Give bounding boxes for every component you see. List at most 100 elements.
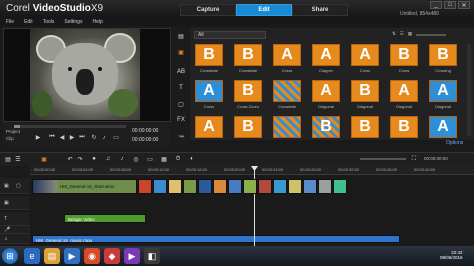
library-folder-dropdown[interactable]: All bbox=[194, 31, 266, 39]
music-clip[interactable]: HM_General 16_music.mpa bbox=[32, 235, 400, 243]
subtitle-icon[interactable]: ▭ bbox=[146, 155, 154, 163]
time-remap-icon[interactable]: ⏱ bbox=[174, 155, 182, 163]
fit-project-icon[interactable]: ⛶ bbox=[410, 155, 418, 163]
timeline-view-icon[interactable]: ☰ bbox=[14, 155, 22, 163]
media-player-icon[interactable]: ▶ bbox=[64, 248, 80, 264]
transition-thumbnail[interactable]: A bbox=[312, 80, 340, 102]
sort-icon[interactable]: ⇅ bbox=[392, 31, 396, 38]
instant-project-icon[interactable]: ▣ bbox=[177, 48, 185, 56]
transition-thumbnail[interactable]: A bbox=[351, 44, 379, 66]
multicam-icon[interactable]: ▦ bbox=[160, 155, 168, 163]
transition-thumbnail[interactable]: B bbox=[234, 44, 262, 66]
tab-edit[interactable]: Edit bbox=[236, 4, 292, 16]
track-visibility-icon[interactable]: ▢ bbox=[16, 183, 22, 189]
mask-icon[interactable]: ◐ bbox=[188, 155, 196, 163]
menu-tools[interactable]: Tools bbox=[43, 18, 55, 26]
play-icon[interactable]: ▶ bbox=[34, 134, 42, 141]
title-icon[interactable]: T bbox=[177, 84, 185, 92]
end-icon[interactable]: ⏭ bbox=[78, 134, 86, 141]
redo-icon[interactable]: ↷ bbox=[76, 155, 84, 163]
tab-share[interactable]: Share bbox=[292, 4, 348, 16]
title-clip[interactable]: Belajar Video bbox=[64, 214, 146, 223]
next-frame-icon[interactable]: ▶ bbox=[68, 134, 76, 141]
transition-thumbnail[interactable]: B bbox=[390, 116, 418, 138]
prev-frame-icon[interactable]: ◀ bbox=[58, 134, 66, 141]
list-view-icon[interactable]: ☰ bbox=[400, 31, 404, 38]
transition-thumbnail[interactable] bbox=[273, 80, 301, 102]
transition-thumbnail[interactable]: B bbox=[429, 44, 457, 66]
media-icon[interactable]: ▤ bbox=[177, 32, 185, 40]
timecode-current[interactable]: 00:00:00:00 bbox=[132, 128, 158, 134]
menu-help[interactable]: Help bbox=[92, 18, 102, 26]
motion-tracking-icon[interactable]: ◎ bbox=[132, 155, 140, 163]
videostudio-taskbar-icon[interactable]: ▶ bbox=[124, 248, 140, 264]
folder-icon[interactable]: ▤ bbox=[44, 248, 60, 264]
video-clip-thumbnail[interactable] bbox=[288, 179, 302, 194]
menu-settings[interactable]: Settings bbox=[64, 18, 82, 26]
undo-icon[interactable]: ↶ bbox=[66, 155, 74, 163]
video-clip-thumbnail[interactable] bbox=[153, 179, 167, 194]
mode-clip[interactable]: Clip bbox=[6, 136, 14, 142]
video-clip-thumbnail[interactable] bbox=[168, 179, 182, 194]
thumbnail-size-slider[interactable] bbox=[416, 34, 447, 36]
storyboard-view-icon[interactable]: ▤ bbox=[4, 155, 12, 163]
track-manager-icon[interactable]: ▣ bbox=[40, 155, 48, 163]
transition-thumbnail[interactable]: A bbox=[195, 80, 223, 102]
transition-thumbnail[interactable]: B bbox=[195, 44, 223, 66]
menu-file[interactable]: File bbox=[6, 18, 14, 26]
record-icon[interactable]: ● bbox=[90, 155, 98, 163]
start-button-icon[interactable]: ⊞ bbox=[2, 248, 18, 264]
transition-thumbnail[interactable]: A bbox=[390, 80, 418, 102]
library-scrollbar[interactable] bbox=[467, 44, 471, 136]
transition-thumbnail[interactable] bbox=[273, 116, 301, 138]
transition-thumbnail[interactable]: B bbox=[351, 116, 379, 138]
playhead-line[interactable] bbox=[254, 166, 255, 246]
video-clip-thumbnail[interactable] bbox=[258, 179, 272, 194]
transition-thumbnail[interactable]: A bbox=[195, 116, 223, 138]
home-icon[interactable]: ⏮ bbox=[48, 134, 56, 141]
chrome-icon[interactable]: ◉ bbox=[84, 248, 100, 264]
filter-icon[interactable]: FX bbox=[177, 116, 185, 124]
preview-scrubber[interactable] bbox=[14, 125, 126, 128]
video-clip-thumbnail[interactable] bbox=[138, 179, 152, 194]
transition-thumbnail[interactable]: B bbox=[234, 80, 262, 102]
video-clip-thumbnail[interactable] bbox=[303, 179, 317, 194]
maximize-button[interactable]: □ bbox=[444, 1, 456, 9]
zoom-slider[interactable] bbox=[360, 158, 406, 160]
sound-mixer-icon[interactable]: ♫ bbox=[104, 155, 112, 163]
transition-thumbnail[interactable]: A bbox=[312, 44, 340, 66]
graphic-icon[interactable]: ▢ bbox=[177, 100, 185, 108]
video-clip-start[interactable]: HM_General 16_Start.wmv bbox=[32, 179, 137, 194]
app2-icon[interactable]: ◧ bbox=[144, 248, 160, 264]
video-clip-thumbnail[interactable] bbox=[213, 179, 227, 194]
app-icon[interactable]: ◆ bbox=[104, 248, 120, 264]
transition-thumbnail[interactable]: B bbox=[390, 44, 418, 66]
video-clip-thumbnail[interactable] bbox=[273, 179, 287, 194]
ie-icon[interactable]: e bbox=[24, 248, 40, 264]
transition-thumbnail[interactable]: A bbox=[429, 116, 457, 138]
options-button[interactable]: Options bbox=[446, 140, 463, 146]
video-clip-thumbnail[interactable] bbox=[243, 179, 257, 194]
hd-icon[interactable]: ▭ bbox=[112, 134, 120, 141]
repeat-icon[interactable]: ↻ bbox=[90, 134, 98, 141]
video-clip-thumbnail[interactable] bbox=[333, 179, 347, 194]
video-clip-thumbnail[interactable] bbox=[198, 179, 212, 194]
video-clip-thumbnail[interactable] bbox=[183, 179, 197, 194]
video-clip-thumbnail[interactable] bbox=[318, 179, 332, 194]
transition-thumbnail[interactable]: B bbox=[234, 116, 262, 138]
close-button[interactable]: ✕ bbox=[458, 1, 470, 9]
transition-thumbnail[interactable]: B bbox=[351, 80, 379, 102]
auto-music-icon[interactable]: ♪ bbox=[118, 155, 126, 163]
tab-capture[interactable]: Capture bbox=[180, 4, 236, 16]
transition-icon[interactable]: AB bbox=[177, 68, 185, 76]
grid-view-icon[interactable]: ▦ bbox=[408, 31, 412, 38]
minimize-button[interactable]: _ bbox=[430, 1, 442, 9]
mode-project[interactable]: Project bbox=[6, 129, 20, 135]
video-clip-thumbnail[interactable] bbox=[228, 179, 242, 194]
volume-icon[interactable]: ♪ bbox=[100, 134, 108, 141]
menu-edit[interactable]: Edit bbox=[24, 18, 33, 26]
transition-thumbnail[interactable]: A bbox=[429, 80, 457, 102]
transition-thumbnail[interactable]: B bbox=[312, 116, 340, 138]
transition-thumbnail[interactable]: A bbox=[273, 44, 301, 66]
path-icon[interactable]: ↝ bbox=[177, 132, 185, 140]
